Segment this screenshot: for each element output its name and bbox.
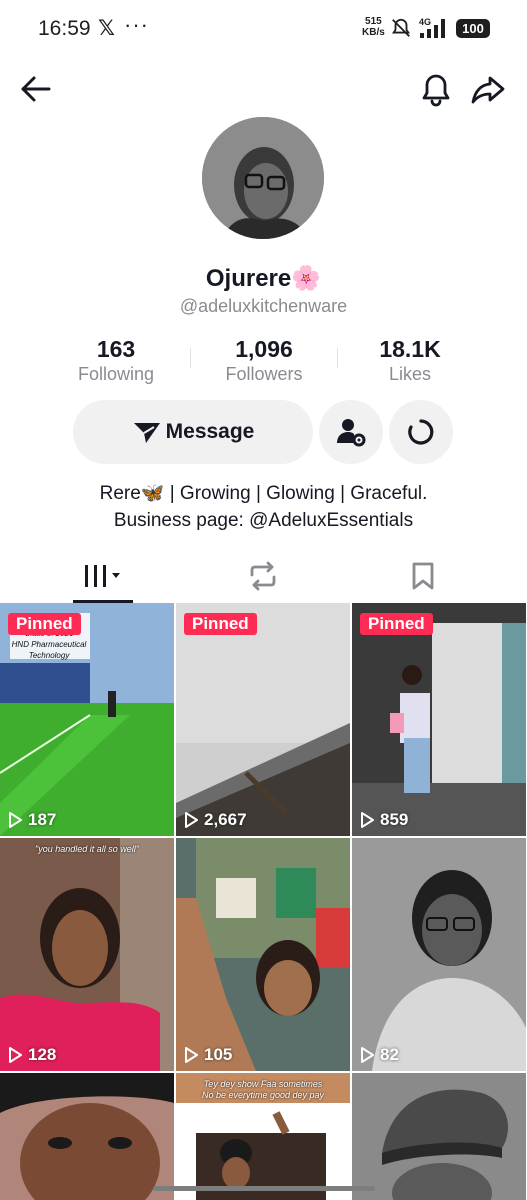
video-thumbnail[interactable]: 82 [352,838,526,1071]
stat-followers[interactable]: 1,096 Followers [194,336,334,386]
view-count-value: 187 [28,810,57,829]
play-icon [9,812,22,828]
view-count-value: 2,667 [204,810,247,829]
followers-label: Followers [225,364,303,384]
network-speed: 515 KB/s [362,16,385,38]
mute-icon [391,18,411,37]
video-caption: "you handled it all so well" [35,844,139,854]
bio-line-2: Business page: @AdeluxEssentials [113,510,414,531]
view-count-value: 105 [204,1045,233,1064]
video-thumbnail-image [0,1073,174,1200]
pinned-badge: Pinned [360,613,433,635]
video-thumbnail-image [352,1073,526,1200]
avatar[interactable] [202,117,324,239]
video-thumbnail[interactable]: Pinned 2,667 [176,603,350,836]
bell-icon[interactable] [417,70,455,108]
stat-divider [337,348,338,368]
signal-icon: 4G [419,17,445,38]
view-count: 105 [184,1045,232,1065]
loading-spinner-icon [408,419,434,445]
likes-label: Likes [388,364,432,384]
network-speed-value: 515 [365,16,382,27]
x-app-icon: 𝕏 [98,17,115,40]
tab-videos[interactable] [48,553,158,599]
video-thumbnail-image [176,603,350,836]
profile-tabs [0,553,527,603]
status-bar: 16:59 𝕏 ··· 515 KB/s 4G 100 [0,0,527,58]
network-type: 4G [419,17,431,27]
pinned-badge: Pinned [184,613,257,635]
view-count-value: 82 [380,1045,399,1064]
video-thumbnail[interactable]: Pinned 859 [352,603,526,836]
view-count: 2,667 [184,810,247,830]
play-icon [361,1047,374,1063]
view-count-value: 128 [28,1045,57,1064]
more-notifications-icon: ··· [124,12,149,37]
view-count-value: 859 [380,810,409,829]
send-icon [133,423,160,443]
followers-count: 1,096 [235,336,293,362]
repost-icon [250,561,276,591]
user-settings-icon [337,419,366,447]
network-speed-unit: KB/s [362,27,385,38]
back-arrow-icon[interactable] [17,70,55,108]
following-label: Following [77,364,155,384]
bio: Rere🦋 | Growing | Glowing | Graceful. Bu… [0,480,527,534]
play-icon [185,812,198,828]
username: @adeluxkitchenware [179,296,348,316]
stat-divider [190,348,191,368]
video-thumbnail-image [352,603,526,836]
play-icon [361,812,374,828]
display-name: Ojurere🌸 [205,265,322,292]
profile-stats: 163 Following 1,096 Followers 18.1K Like… [0,336,527,386]
pinned-badge: Pinned [8,613,81,635]
video-thumbnail[interactable]: 105 [176,838,350,1071]
share-arrow-icon[interactable] [469,70,507,108]
stat-likes[interactable]: 18.1K Likes [340,336,480,386]
view-count: 859 [360,810,408,830]
video-thumbnail[interactable] [352,1073,526,1200]
play-icon [185,1047,198,1063]
tab-reposts[interactable] [208,553,318,599]
view-count: 187 [8,810,56,830]
home-indicator[interactable] [153,1186,375,1191]
video-thumbnail[interactable]: POLY Class of 2026 HND Pharmaceutical Te… [0,603,174,836]
view-count: 128 [8,1045,56,1065]
top-nav [0,66,527,112]
play-icon [9,1047,22,1063]
bookmark-icon [412,562,434,590]
refresh-button[interactable] [389,400,453,464]
videos-grid-icon [85,565,120,587]
view-count: 82 [360,1045,399,1065]
video-thumbnail[interactable]: "you handled it all so well" 128 [0,838,174,1071]
avatar-photo [202,117,324,239]
stat-following[interactable]: 163 Following [46,336,186,386]
tab-favorites[interactable] [368,553,478,599]
video-thumbnail[interactable] [0,1073,174,1200]
battery-icon: 100 [456,19,490,38]
status-time: 16:59 [38,17,91,40]
video-thumbnail-image [352,838,526,1071]
likes-count: 18.1K [379,336,441,362]
message-button[interactable]: Message [73,400,313,464]
profile-actions: Message [0,400,527,464]
video-thumbnail-image [176,838,350,1071]
video-caption: Tey dey show Faa sometimes No be everyti… [201,1079,325,1100]
video-thumbnail-image [0,838,174,1071]
following-count: 163 [96,336,136,362]
message-label: Message [165,420,255,443]
video-thumbnail[interactable]: Tey dey show Faa sometimes No be everyti… [176,1073,350,1200]
manage-account-button[interactable] [319,400,383,464]
bio-line-1: Rere🦋 | Growing | Glowing | Graceful. [99,483,428,504]
